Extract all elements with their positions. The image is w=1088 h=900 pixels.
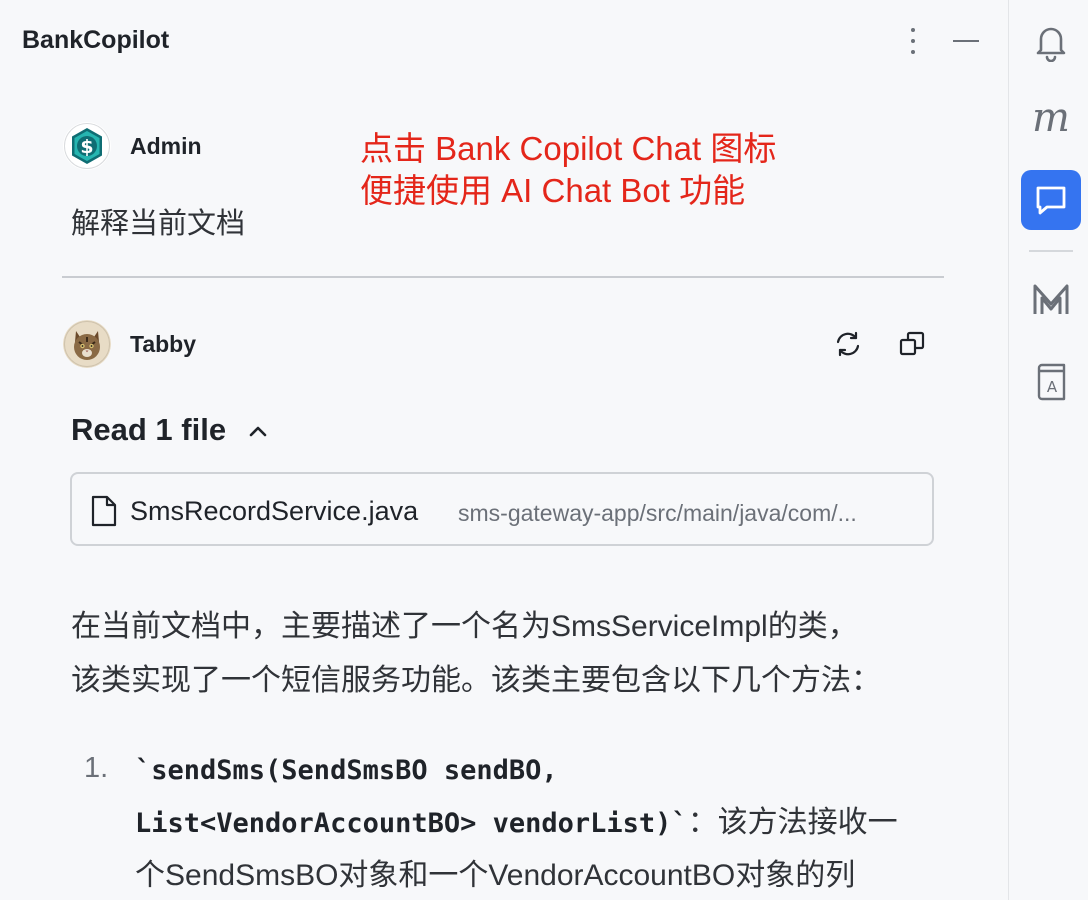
tool-rail: m A: [1008, 0, 1088, 900]
m-logo-button[interactable]: [1021, 270, 1081, 330]
bell-icon: [1036, 27, 1066, 62]
annotation-line: 便捷使用 AI Chat Bot 功能: [360, 172, 746, 209]
message-author: Tabby: [130, 331, 197, 357]
svg-text:$: $: [80, 136, 93, 158]
file-path: sms-gateway-app/src/main/java/com/...: [458, 500, 857, 526]
list-item: `sendSms(SendSmsBO sendBO, List<VendorAc…: [135, 744, 955, 900]
message-divider: [62, 276, 944, 278]
more-options-icon[interactable]: [898, 22, 928, 60]
admin-avatar: $: [63, 122, 111, 170]
file-name: SmsRecordService.java: [130, 496, 419, 526]
paragraph-line: 该类实现了一个短信服务功能。该类主要包含以下几个方法：: [71, 664, 881, 697]
file-icon: [90, 494, 118, 528]
minimize-icon[interactable]: [948, 24, 984, 58]
list-item-text: 个SendSmsBO对象和一个VendorAccountBO对象的列: [135, 859, 856, 892]
svg-text:A: A: [1047, 378, 1058, 396]
app-title: BankCopilot: [22, 26, 170, 54]
m-tool-button[interactable]: m: [1021, 88, 1081, 148]
chat-panel: BankCopilot $ Admin 解释当前文档 点击 Bank Copil…: [0, 0, 1008, 900]
annotation-callout: 点击 Bank Copilot Chat 图标 便捷使用 AI Chat Bot…: [360, 128, 776, 212]
read-files-label[interactable]: Read 1 file: [71, 412, 226, 448]
chat-bubble-icon: [1036, 186, 1066, 215]
code-snippet: `sendSms(SendSmsBO sendBO,: [135, 755, 558, 786]
chevron-up-icon[interactable]: [244, 414, 276, 448]
m-logo-icon: [1033, 284, 1069, 314]
dictionary-button[interactable]: A: [1021, 352, 1081, 412]
panel-header: BankCopilot: [0, 0, 1008, 82]
paragraph-line: 在当前文档中，主要描述了一个名为SmsServiceImpl的类，: [71, 610, 858, 643]
notifications-button[interactable]: [1021, 12, 1081, 72]
list-number: 1.: [84, 752, 109, 784]
book-a-icon: A: [1037, 363, 1066, 401]
list-item-text: ：该方法接收一: [687, 806, 898, 839]
refresh-icon[interactable]: [828, 324, 868, 364]
rail-separator: [1029, 250, 1073, 252]
user-message-text: 解释当前文档: [71, 208, 246, 240]
copy-icon[interactable]: [892, 324, 932, 364]
code-snippet: List<VendorAccountBO> vendorList)`: [135, 808, 688, 839]
tabby-avatar: [63, 320, 111, 368]
chat-button[interactable]: [1021, 170, 1081, 230]
file-reference-card[interactable]: SmsRecordService.java sms-gateway-app/sr…: [70, 472, 934, 546]
response-paragraph: 在当前文档中，主要描述了一个名为SmsServiceImpl的类， 该类实现了一…: [71, 600, 971, 708]
annotation-line: 点击 Bank Copilot Chat 图标: [360, 130, 777, 167]
message-author: Admin: [130, 133, 202, 159]
m-italic-icon: m: [1032, 95, 1070, 141]
